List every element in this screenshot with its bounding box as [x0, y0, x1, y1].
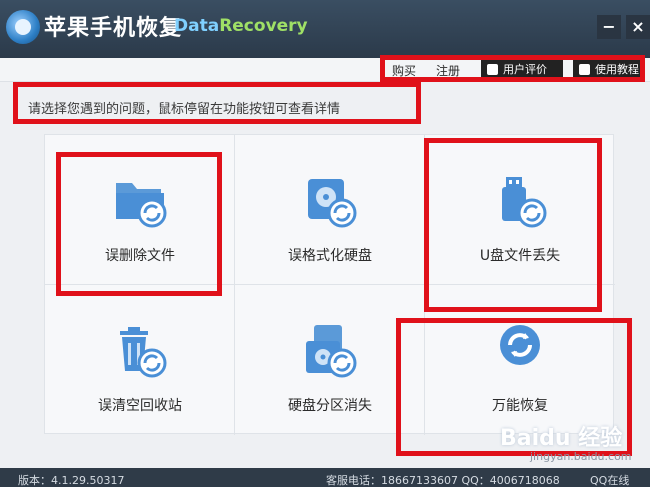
highlight-instruction: [13, 82, 421, 124]
tile-label: 误清空回收站: [98, 398, 182, 414]
highlight-usb-lost: [424, 138, 602, 312]
close-button[interactable]: ×: [626, 15, 650, 39]
tile-emptied-recycle-bin[interactable]: 误清空回收站: [45, 285, 235, 435]
highlight-header-links: [380, 55, 645, 82]
status-bar: 版本：4.1.29.50317 客服电话：18667133607 QQ：4006…: [0, 468, 650, 487]
watermark-site: jingyan.baidu.com: [530, 450, 632, 463]
watermark-brand: Baidu 经验: [500, 426, 623, 451]
qq-online-button[interactable]: QQ在线: [590, 472, 629, 487]
tile-label: 误格式化硬盘: [288, 248, 372, 264]
version-text: 版本：4.1.29.50317: [18, 474, 125, 487]
partition-restore-icon: [306, 325, 357, 378]
title-bar: 苹果手机恢复 DataRecovery − ×: [0, 0, 650, 58]
recycle-bin-restore-icon: [120, 327, 167, 378]
minimize-button[interactable]: −: [597, 15, 621, 39]
highlight-deleted-files: [56, 152, 222, 296]
app-logo-icon: [6, 10, 40, 44]
tile-formatted-disk[interactable]: 误格式化硬盘: [235, 135, 425, 285]
app-title-en: DataRecovery: [174, 16, 308, 36]
app-title-cn: 苹果手机恢复: [44, 16, 183, 41]
harddisk-restore-icon: [308, 179, 357, 228]
service-contact: 客服电话：18667133607 QQ：4006718068: [326, 474, 560, 487]
baidu-watermark: Baidu 经验 jingyan.baidu.com: [500, 420, 650, 468]
